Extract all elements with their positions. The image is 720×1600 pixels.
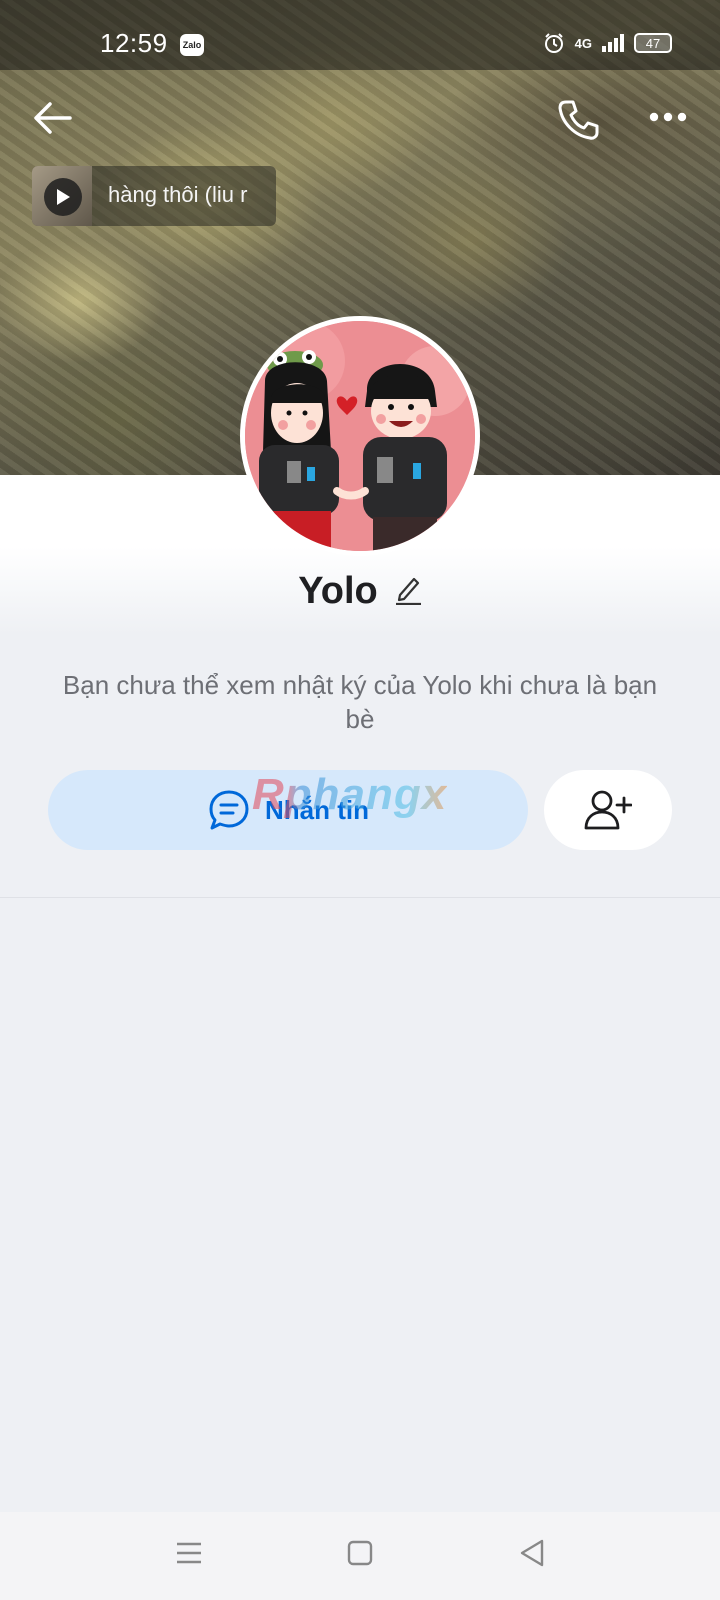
add-friend-button[interactable] [544, 770, 672, 850]
zalo-app-icon: Zalo [180, 34, 204, 56]
status-bar: 12:59 Zalo 4G 47 [0, 0, 720, 70]
add-friend-icon [584, 790, 632, 830]
watermark-logo: Rphangx [252, 770, 448, 819]
back-arrow-icon [34, 102, 72, 134]
back-triangle-icon [520, 1539, 544, 1567]
menu-icon [177, 1542, 201, 1564]
more-options-button[interactable] [648, 102, 688, 137]
profile-music-player[interactable]: hàng thôi (liu r [32, 166, 276, 226]
signal-icon [602, 34, 624, 52]
profile-name: Yolo [298, 570, 378, 612]
alarm-icon [544, 33, 563, 53]
call-button[interactable] [556, 98, 600, 147]
diary-locked-notice: Bạn chưa thể xem nhật ký của Yolo khi ch… [62, 670, 658, 734]
back-button[interactable] [30, 98, 76, 143]
system-navigation-bar [0, 1512, 720, 1600]
profile-name-row: Yolo [0, 570, 720, 613]
battery-icon: 47 [634, 33, 672, 53]
more-dots-icon [649, 112, 687, 122]
play-icon[interactable] [44, 178, 82, 216]
section-divider [0, 897, 720, 898]
status-time: 12:59 [100, 28, 168, 58]
pencil-icon [395, 577, 421, 606]
song-title: hàng thôi (liu r [108, 182, 248, 207]
network-type: 4G [574, 35, 592, 51]
phone-icon [558, 100, 599, 140]
chat-bubble-icon [209, 790, 249, 830]
system-back-button[interactable] [518, 1538, 546, 1573]
recent-apps-button[interactable] [174, 1538, 204, 1573]
avatar-illustration [245, 321, 475, 551]
edit-nickname-button[interactable] [394, 573, 422, 610]
music-thumbnail [32, 166, 92, 226]
home-button[interactable] [347, 1540, 373, 1571]
status-right-group: 4G 47 [543, 32, 672, 54]
home-square-icon [347, 1540, 373, 1566]
avatar[interactable] [240, 316, 480, 556]
